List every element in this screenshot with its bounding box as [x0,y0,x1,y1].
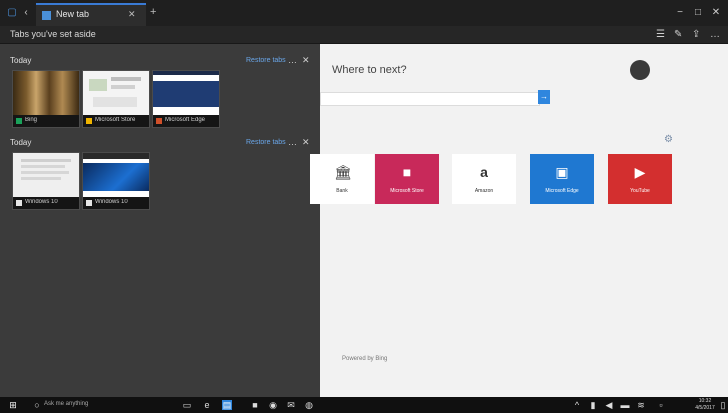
group-more-icon[interactable]: … [288,55,297,65]
store-taskbar-icon[interactable]: ■ [250,400,260,410]
thumbnail-label: Bing [25,117,38,123]
browser-tab[interactable]: New tab ✕ [36,3,146,26]
tab-label: New tab [56,9,90,19]
top-site-tile[interactable]: ■ Microsoft Store [375,154,439,204]
explorer-icon[interactable]: ▤ [222,400,232,410]
clock-time: 10:32 [698,398,712,404]
footer-text: Powered by Bing [342,356,388,362]
edge-icon: ▣ [555,164,569,180]
taskbar-search[interactable]: ○ Ask me anything [32,400,102,410]
maximize-icon[interactable]: □ [692,7,704,19]
top-site-tile[interactable]: a Amazon [452,154,516,204]
tab-thumbnail[interactable]: Microsoft Store [82,70,150,128]
restore-tabs-link[interactable]: Restore tabs [246,139,286,146]
top-site-tile[interactable]: ▶ YouTube [608,154,672,204]
new-tab-page: Where to next? → ⚙ 🏛 Bank ■ Microsoft St… [310,44,728,397]
gear-icon[interactable]: ⚙ [664,134,673,145]
group-more-icon[interactable]: … [288,137,297,147]
battery-icon[interactable]: ▬ [620,400,630,410]
favicon-icon [16,200,22,206]
new-tab-button[interactable]: + [150,6,156,18]
search-input[interactable] [320,92,540,106]
thumbnail-caption: Windows 10 [83,197,149,209]
thumbnail-caption: Windows 10 [13,197,79,209]
task-view-icon[interactable]: ▭ [182,400,192,410]
note-icon[interactable]: ✎ [674,29,682,40]
thumbnail-image [153,71,219,115]
tab-favicon-icon [42,11,51,20]
favicon-icon [156,118,162,124]
favicon-icon [86,200,92,206]
close-window-icon[interactable]: ✕ [710,7,722,19]
tab-thumbnail[interactable]: Microsoft Edge [152,70,220,128]
group-close-icon[interactable]: ✕ [302,55,310,66]
page-title: Where to next? [332,64,407,76]
toolbar: Tabs you've set aside ☰ ✎ ⇪ … [0,26,728,44]
top-site-tile[interactable]: 🏛 Bank [310,154,374,204]
tab-thumbnail[interactable]: Windows 10 [12,152,80,210]
store-icon: ■ [402,164,412,180]
tab-close-icon[interactable]: ✕ [128,9,136,20]
thumbnail-caption: Microsoft Edge [153,115,219,127]
tab-group-title: Today [10,138,32,147]
notifications-icon[interactable]: ▯ [718,400,728,410]
keyboard-icon[interactable]: ▫ [656,400,666,410]
tab-preview-icon[interactable]: ‹ [20,7,32,19]
mail-taskbar-icon[interactable]: ✉ [286,400,296,410]
network-icon[interactable]: ▮ [588,400,598,410]
thumbnail-caption: Bing [13,115,79,127]
tile-label: Amazon [474,188,494,194]
start-icon[interactable]: ⊞ [8,400,18,410]
reading-list-icon[interactable]: ☰ [656,29,665,40]
wifi-icon[interactable]: ≋ [636,400,646,410]
cortana-icon: ○ [34,400,40,410]
tile-label: Microsoft Edge [545,188,579,194]
clock-date: 4/5/2017 [695,405,715,411]
thumbnail-label: Microsoft Store [95,117,136,123]
thumbnail-caption: Microsoft Store [83,115,149,127]
tab-group-header: Today Restore tabs … ✕ [10,137,312,150]
search-go-button[interactable]: → [538,90,550,104]
tab-thumbnail[interactable]: Bing [12,70,80,128]
app-taskbar-icon[interactable]: ◍ [304,400,314,410]
thumbnail-image [83,71,149,115]
clock[interactable]: 10:32 4/5/2017 [690,398,720,412]
thumbnail-image [13,153,79,197]
tab-thumbnail[interactable]: Windows 10 [82,152,150,210]
bank-icon: 🏛 [334,164,352,180]
tab-group-header: Today Restore tabs … ✕ [10,55,312,68]
tabs-aside-panel: Today Restore tabs … ✕ Bing Microsoft St… [0,44,320,397]
tab-group-title: Today [10,56,32,65]
tile-label: YouTube [630,188,650,194]
more-icon[interactable]: … [710,29,720,40]
favicon-icon [16,118,22,124]
minimize-icon[interactable]: − [674,7,686,19]
volume-icon[interactable]: ◀ [604,400,614,410]
favicon-icon [86,118,92,124]
settings-taskbar-icon[interactable]: ◉ [268,400,278,410]
tile-label: Bank [336,188,348,194]
edge-taskbar-icon[interactable]: e [202,400,212,410]
title-bar: ▢ ‹ New tab ✕ + − □ ✕ [0,0,728,26]
restore-tabs-link[interactable]: Restore tabs [246,57,286,64]
tabs-aside-icon[interactable]: ▢ [6,7,18,19]
youtube-icon: ▶ [634,164,646,180]
thumbnail-label: Windows 10 [95,199,128,205]
tile-label: Microsoft Store [390,188,424,194]
thumbnail-label: Windows 10 [25,199,58,205]
avatar[interactable] [630,60,650,80]
taskbar: ⊞ ○ Ask me anything ▭ e ▤ ■ ◉ ✉ ◍ ^ ▮ ◀ … [0,397,728,413]
share-icon[interactable]: ⇪ [692,29,700,40]
top-site-tile[interactable]: ▣ Microsoft Edge [530,154,594,204]
group-close-icon[interactable]: ✕ [302,137,310,148]
tray-chevron-icon[interactable]: ^ [572,400,582,410]
taskbar-search-text: Ask me anything [44,401,89,407]
thumbnail-image [13,71,79,115]
thumbnail-image [83,153,149,197]
toolbar-title: Tabs you've set aside [10,29,96,39]
thumbnail-label: Microsoft Edge [165,117,206,123]
amazon-icon: a [480,164,488,180]
